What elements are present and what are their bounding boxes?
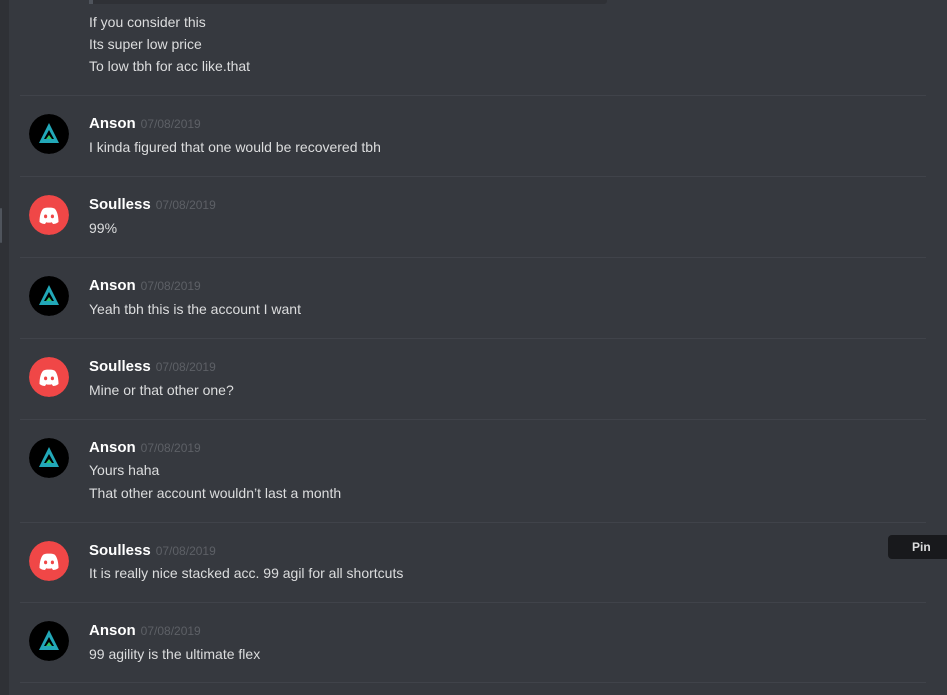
timestamp: 07/08/2019 xyxy=(140,624,201,638)
avatar-soulless[interactable] xyxy=(29,195,69,235)
pin-tooltip: Pin xyxy=(888,535,947,559)
avatar-anson[interactable] xyxy=(29,276,69,316)
username[interactable]: Soulless xyxy=(89,196,151,213)
message-divider xyxy=(20,338,926,339)
username[interactable]: Anson xyxy=(89,277,136,294)
timestamp: 07/08/2019 xyxy=(140,441,201,455)
timestamp: 07/08/2019 xyxy=(155,198,216,212)
message-line: If you consider this xyxy=(89,14,206,30)
timestamp: 07/08/2019 xyxy=(140,279,201,293)
message-line: To low tbh for acc like.that xyxy=(89,58,251,74)
embed-bottom-edge xyxy=(89,0,607,4)
message-line: It is really nice stacked acc. 99 agil f… xyxy=(89,565,404,581)
username[interactable]: Soulless xyxy=(89,358,151,375)
avatar-anson[interactable] xyxy=(29,114,69,154)
timestamp: 07/08/2019 xyxy=(155,544,216,558)
anson-logo-icon xyxy=(29,114,69,154)
anson-logo-icon xyxy=(29,276,69,316)
avatar-anson[interactable] xyxy=(29,621,69,661)
left-rail xyxy=(0,0,9,695)
message-divider xyxy=(20,257,926,258)
message-divider xyxy=(20,419,926,420)
username[interactable]: Anson xyxy=(89,622,136,639)
message-divider xyxy=(20,176,926,177)
timestamp: 07/08/2019 xyxy=(140,117,201,131)
message-line: That other account wouldn’t last a month xyxy=(89,485,342,501)
message-line: Its super low price xyxy=(89,36,202,52)
anson-logo-icon xyxy=(29,621,69,661)
message-line: Mine or that other one? xyxy=(89,382,234,398)
message-line: 99% xyxy=(89,220,118,236)
username[interactable]: Anson xyxy=(89,439,136,456)
discord-logo-icon xyxy=(29,195,69,235)
username[interactable]: Anson xyxy=(89,115,136,132)
message-divider xyxy=(20,682,926,683)
username[interactable]: Soulless xyxy=(89,542,151,559)
avatar-soulless[interactable] xyxy=(29,541,69,581)
message-divider xyxy=(20,602,926,603)
message-line: 99 agility is the ultimate flex xyxy=(89,646,261,662)
message-divider xyxy=(20,95,926,96)
message-line: Yeah tbh this is the account I want xyxy=(89,301,301,317)
embed-accent xyxy=(89,0,93,4)
avatar-soulless[interactable] xyxy=(29,357,69,397)
message-divider xyxy=(20,522,926,523)
avatar-anson[interactable] xyxy=(29,438,69,478)
discord-logo-icon xyxy=(29,541,69,581)
scroll-indicator xyxy=(0,208,2,243)
timestamp: 07/08/2019 xyxy=(155,360,216,374)
discord-logo-icon xyxy=(29,357,69,397)
message-line: I kinda figured that one would be recove… xyxy=(89,139,381,155)
anson-logo-icon xyxy=(29,438,69,478)
message-line: Yours haha xyxy=(89,462,160,478)
